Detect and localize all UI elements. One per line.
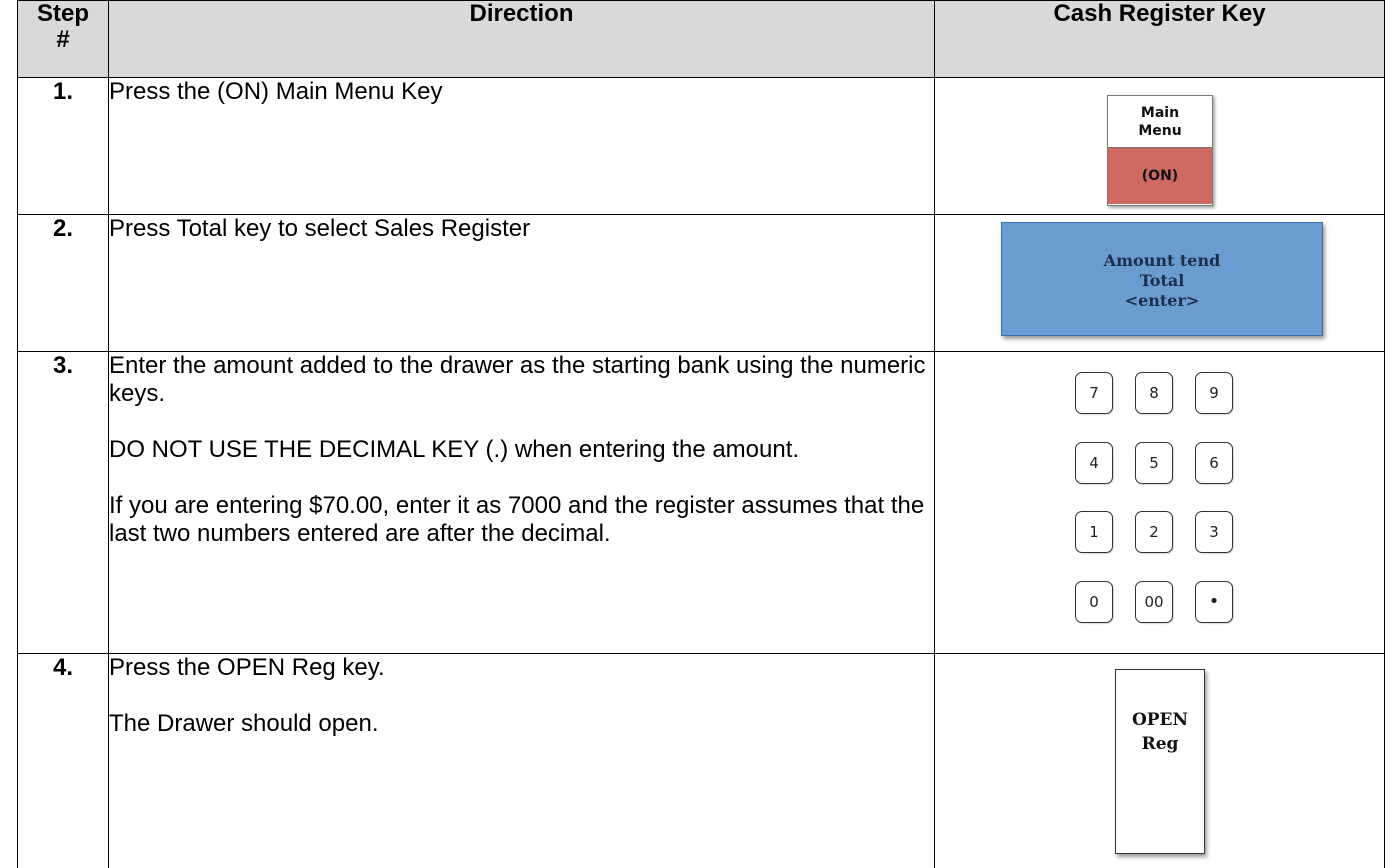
key-label-line: Menu [1138,123,1182,139]
direction-warning: DO NOT USE THE DECIMAL KEY (.) when ente… [109,436,800,463]
step-number: 1. [17,77,109,215]
key-cell: OPEN Reg [934,653,1385,868]
table-row: 1. Press the (ON) Main Menu Key Main Men… [17,77,1385,215]
key-label-line: Main [1140,105,1180,121]
table-row: 4. Press the OPEN Reg key. The Drawer sh… [17,653,1385,868]
key-label-line: Amount tend [1103,251,1221,270]
direction-text: Press the OPEN Reg key. [109,654,385,681]
key-label-line: Total [1139,271,1185,290]
key-7: 7 [1075,372,1113,414]
key-0: 0 [1075,581,1113,623]
total-key: Amount tend Total <enter> [1001,222,1323,336]
table-row: 3. Enter the amount added to the drawer … [17,351,1385,654]
key-cell: Amount tend Total <enter> [934,214,1385,352]
step-number: 3. [17,351,109,654]
table-row: 2. Press Total key to select Sales Regis… [17,214,1385,352]
main-menu-key-label: Main Menu [1108,96,1212,148]
direction-text: The Drawer should open. [109,710,379,737]
direction-cell: Press Total key to select Sales Register [108,214,935,352]
step-number: 2. [17,214,109,352]
direction-cell: Enter the amount added to the drawer as … [108,351,935,654]
header-row: Step # Direction Cash Register Key [17,0,1385,78]
direction-text: Enter the amount added to the drawer as … [109,352,926,407]
key-cell: Main Menu (ON) [934,77,1385,215]
instruction-table: Step # Direction Cash Register Key 1. Pr… [17,0,1385,868]
key-3: 3 [1195,511,1233,553]
key-label-line: <enter> [1124,291,1200,310]
key-label-line: Reg [1141,734,1179,754]
on-key-label: (ON) [1108,148,1212,204]
key-2: 2 [1135,511,1173,553]
key-4: 4 [1075,442,1113,484]
direction-cell: Press the OPEN Reg key. The Drawer shoul… [108,653,935,868]
direction-text: Press the (ON) Main Menu Key [109,78,443,105]
direction-text: Press Total key to select Sales Register [109,215,531,242]
header-key: Cash Register Key [934,0,1385,78]
key-9: 9 [1195,372,1233,414]
decimal-key: • [1195,581,1233,623]
step-number: 4. [17,653,109,868]
header-direction: Direction [108,0,935,78]
key-5: 5 [1135,442,1173,484]
numeric-keypad: 7 8 9 4 5 6 1 2 3 0 00 • [1067,358,1307,648]
key-8: 8 [1135,372,1173,414]
key-00: 00 [1135,581,1173,623]
direction-cell: Press the (ON) Main Menu Key [108,77,935,215]
direction-example: If you are entering $70.00, enter it as … [109,492,925,547]
header-step-label: Step # [36,0,89,53]
key-6: 6 [1195,442,1233,484]
open-reg-key: OPEN Reg [1115,669,1205,854]
header-step: Step # [17,0,109,78]
key-label-line: OPEN [1131,710,1189,730]
key-cell: 7 8 9 4 5 6 1 2 3 0 00 • [934,351,1385,654]
key-1: 1 [1075,511,1113,553]
main-menu-key: Main Menu (ON) [1107,95,1213,206]
